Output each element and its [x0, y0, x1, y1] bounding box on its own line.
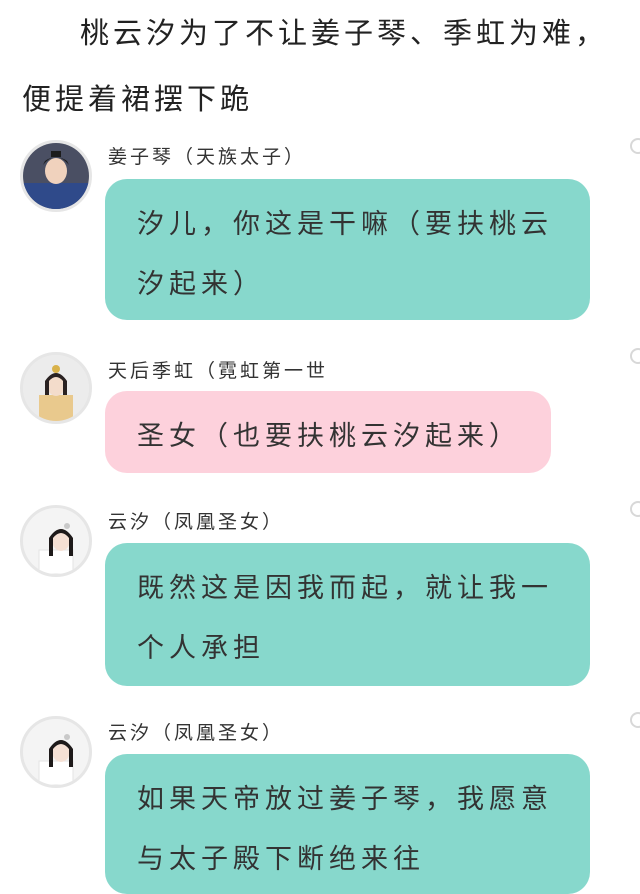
speaker-name: 天后季虹（霓虹第一世: [108, 360, 329, 382]
scroll-edge-marker: [630, 348, 640, 364]
speaker-name: 姜子琴（天族太子）: [108, 146, 307, 168]
message-bubble: 既然这是因我而起，就让我一个人承担: [105, 543, 590, 686]
scroll-edge-marker: [630, 501, 640, 517]
avatar[interactable]: [20, 716, 92, 788]
message-bubble: 汐儿，你这是干嘛（要扶桃云汐起来）: [105, 179, 590, 320]
speaker-name: 云汐（凤凰圣女）: [108, 511, 285, 533]
avatar[interactable]: [20, 140, 92, 212]
intro-text: 桃云汐为了不让姜子琴、季虹为难，便提着裙摆下跪: [22, 16, 609, 116]
scroll-edge-marker: [630, 138, 640, 154]
message-bubble: 圣女（也要扶桃云汐起来）: [105, 391, 551, 473]
speaker-name: 云汐（凤凰圣女）: [108, 722, 285, 744]
avatar[interactable]: [20, 352, 92, 424]
avatar[interactable]: [20, 505, 92, 577]
message-bubble: 如果天帝放过姜子琴，我愿意与太子殿下断绝来往: [105, 754, 590, 894]
scroll-edge-marker: [630, 712, 640, 728]
